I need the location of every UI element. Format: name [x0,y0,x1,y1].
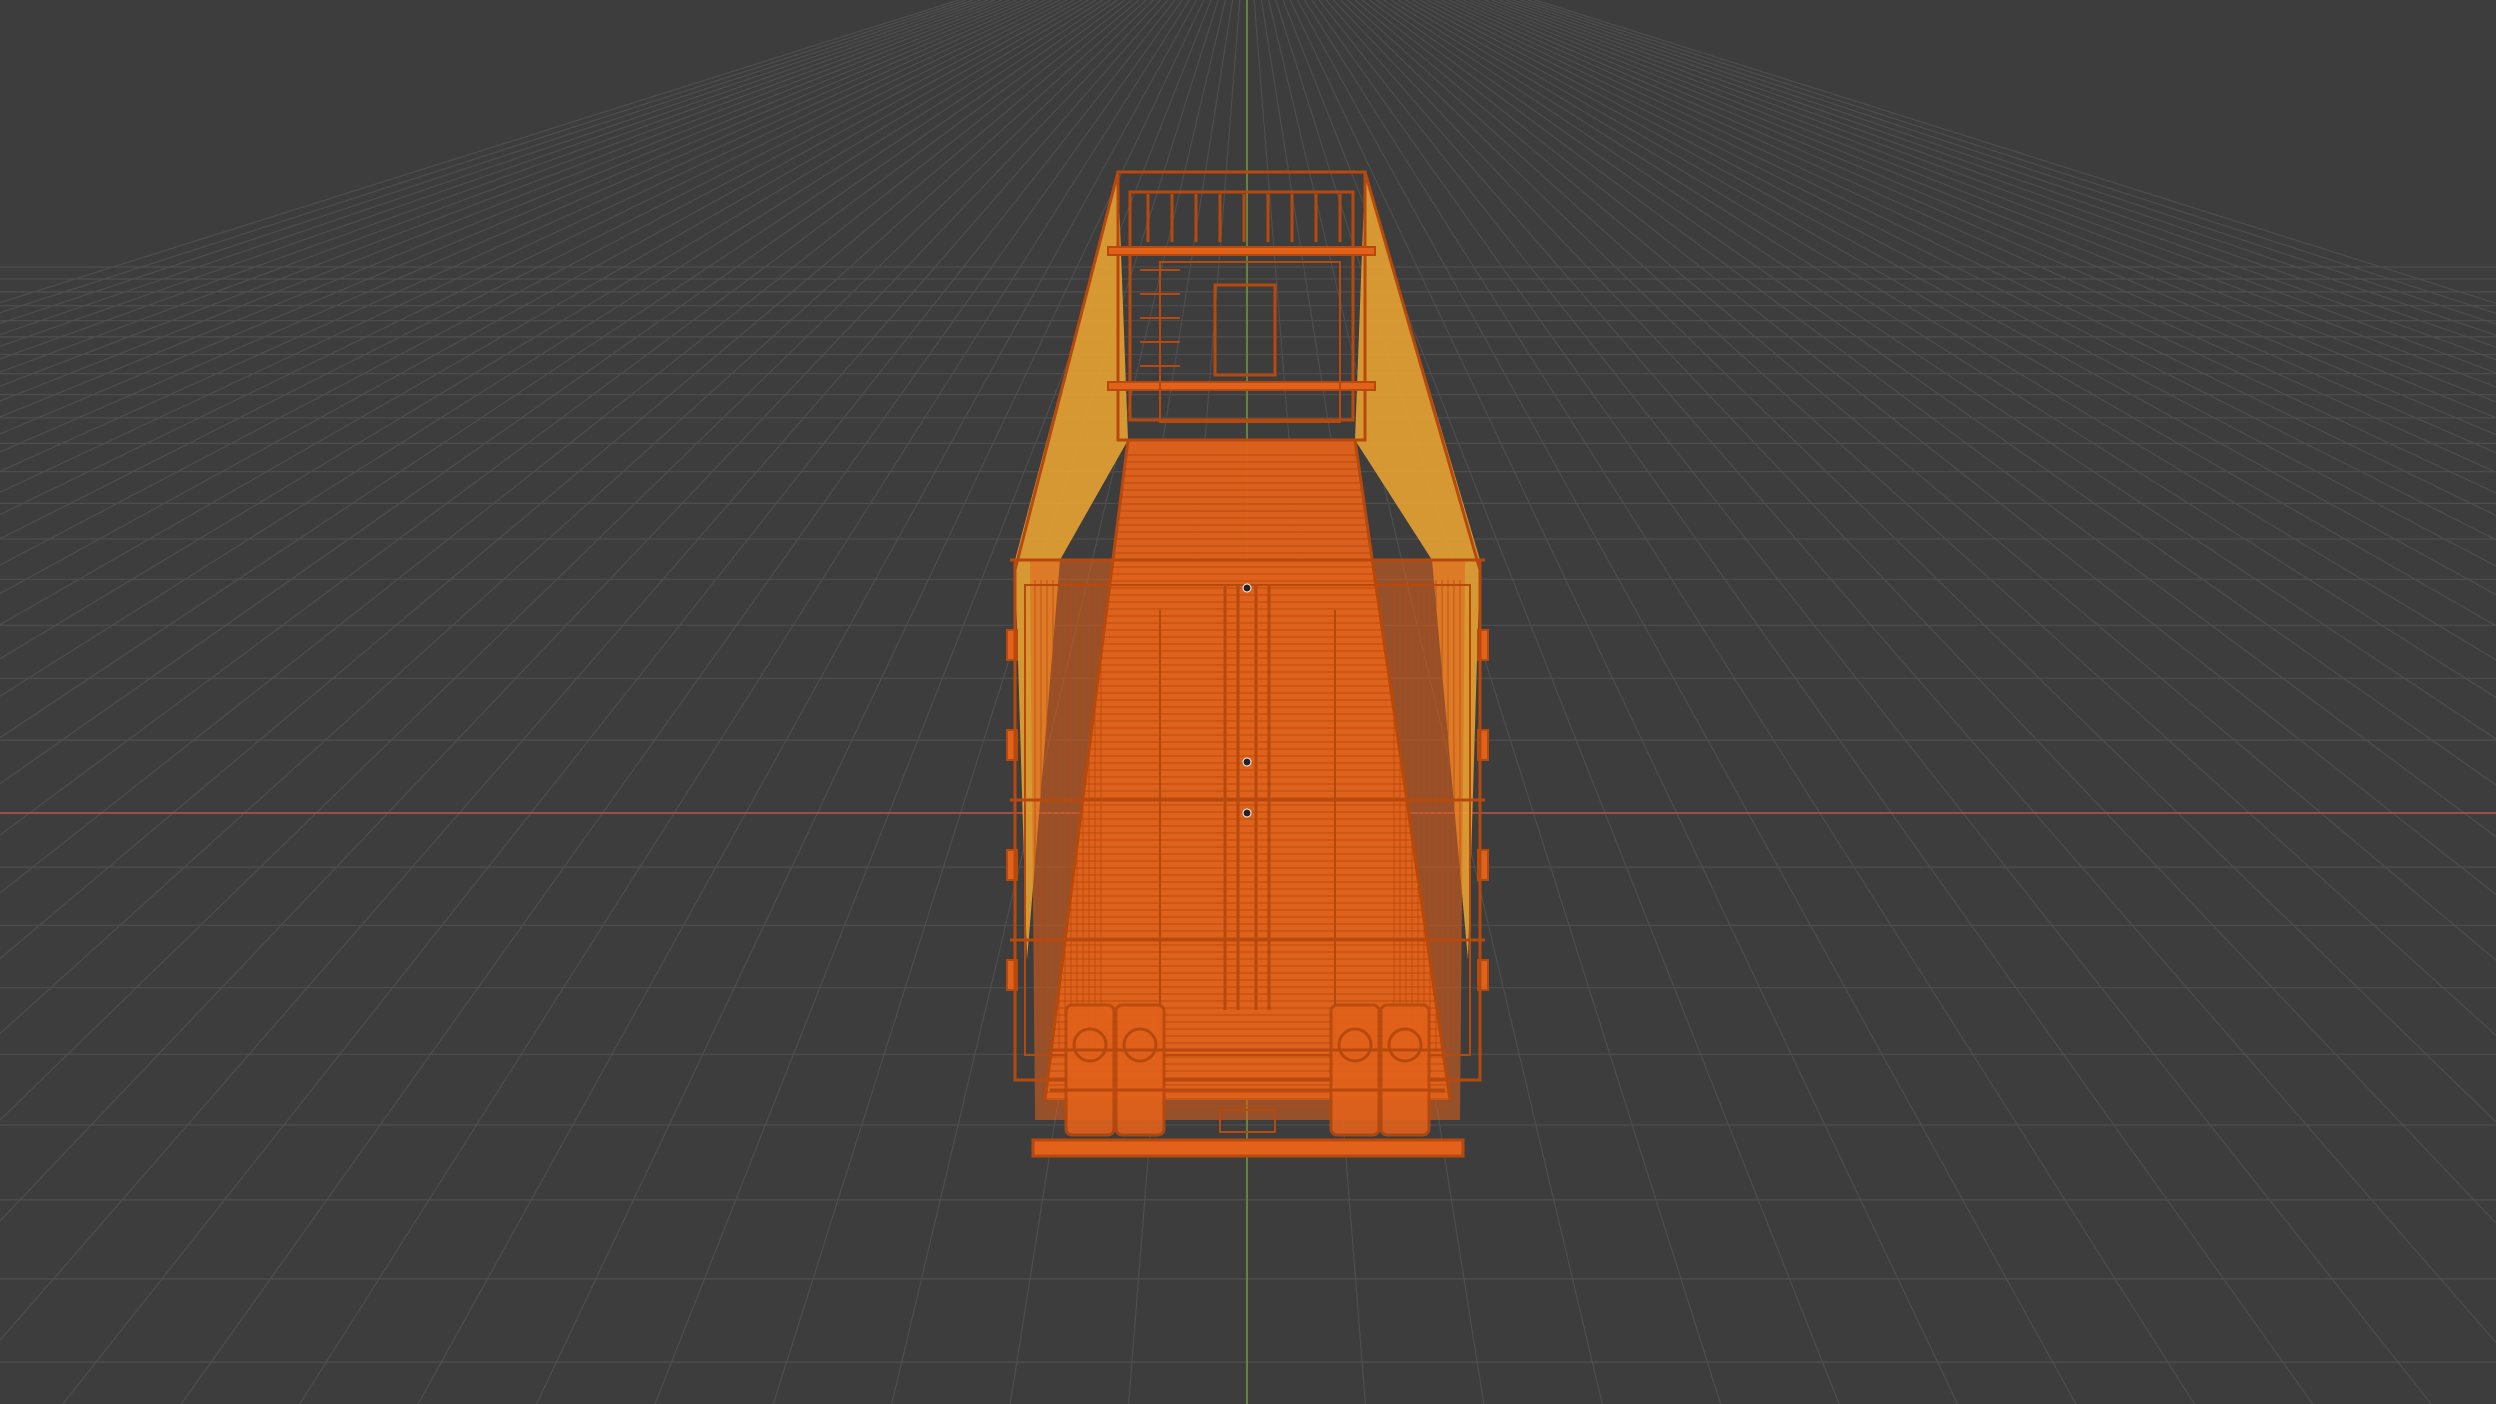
3d-viewport[interactable] [0,0,2496,1404]
grid-line [0,0,1154,1121]
grid-line [1426,0,2496,541]
wheel [1379,1003,1431,1137]
origin-point [1242,583,1252,593]
grid-line [1462,0,2496,436]
grid-line [1520,0,2496,325]
grid-line [1484,0,2496,388]
grid-line [0,0,1162,1222]
grid-line [0,0,1133,894]
grid-line [0,0,1003,373]
origin-point [1242,808,1252,818]
grid-line [1397,0,2496,661]
grid-line [1376,0,2496,786]
origin-point [1242,757,1252,767]
front-door [1213,283,1277,377]
grid-line [1412,0,2496,596]
grid-line [0,0,996,360]
grid-line [1340,0,2496,1123]
grid-line [0,0,1053,493]
grid-line [1498,0,2496,361]
grid-line [0,0,1089,626]
rear-bumper [1031,1138,1465,1158]
grid-line [1534,0,2496,304]
grid-line [62,0,1176,1404]
grid-line [0,0,1068,540]
grid-line [1361,0,2496,896]
front-crossbar [1107,246,1376,256]
grid-line [1318,0,2432,1404]
grid-line [0,0,1097,660]
grid-line [0,0,1169,1342]
grid-line [1491,0,2496,374]
grid-line [0,0,1125,836]
grid-line [0,0,960,304]
grid-line [0,0,1010,387]
grid-line [1347,0,2496,1037]
grid-line [0,0,1032,435]
grid-line [0,0,1118,785]
grid-line [1354,0,2496,962]
grid-line [0,0,981,336]
grid-line [0,0,1039,453]
grid-line [1433,0,2496,517]
grid-line [1369,0,2496,838]
grid-line [1405,0,2496,627]
grid-line [1513,0,2496,336]
grid-line [0,0,974,325]
grid-line [1455,0,2496,454]
grid-line [0,0,1082,595]
front-crossbar [1107,381,1376,391]
wheel [1064,1003,1116,1137]
wheel [1114,1003,1166,1137]
wheel [1329,1003,1381,1137]
grid-line [1325,0,2496,1344]
grid-line [0,0,1147,1035]
grid-line [0,0,1104,697]
grid-line [1441,0,2496,494]
viewport-canvas[interactable] [0,0,2496,1404]
grid-line [0,0,1140,960]
